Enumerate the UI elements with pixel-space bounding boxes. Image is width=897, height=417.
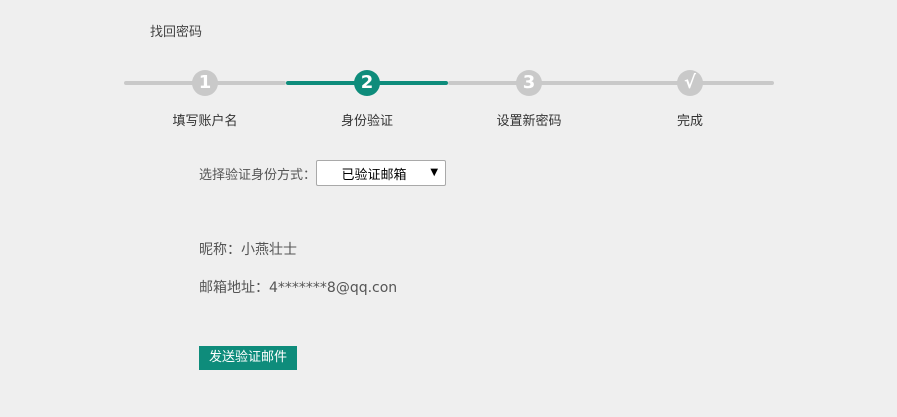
verification-method-label: 选择验证身份方式：: [199, 167, 317, 183]
step-1-marker: 1: [192, 70, 218, 96]
step-4-label: 完成: [676, 114, 703, 129]
step-2-marker: 2: [354, 70, 380, 96]
verification-method-value: 已验证邮箱: [341, 167, 407, 183]
step-2-label: 身份验证: [340, 114, 393, 129]
stepper-track-3: [448, 81, 774, 85]
step-3-marker: 3: [516, 70, 542, 96]
verification-method-row: 选择验证身份方式： 已验证邮箱 ▼: [199, 159, 447, 187]
page-title: 找回密码: [150, 25, 203, 40]
caret-down-icon: ▼: [430, 167, 439, 178]
step-1-label: 填写账户名: [172, 114, 238, 129]
verification-method-select[interactable]: 已验证邮箱 ▼: [316, 160, 447, 186]
send-verification-email-button[interactable]: 发送验证邮件: [199, 346, 297, 370]
nickname-text: 昵称：小燕壮士: [199, 242, 297, 258]
step-3-label: 设置新密码: [496, 114, 562, 129]
progress-stepper: 1 2 3 √ 填写账户名 身份验证 设置新密码 完成: [124, 70, 774, 134]
email-address-text: 邮箱地址：4*******8@qq.con: [199, 280, 398, 296]
step-4-marker: √: [677, 70, 703, 96]
